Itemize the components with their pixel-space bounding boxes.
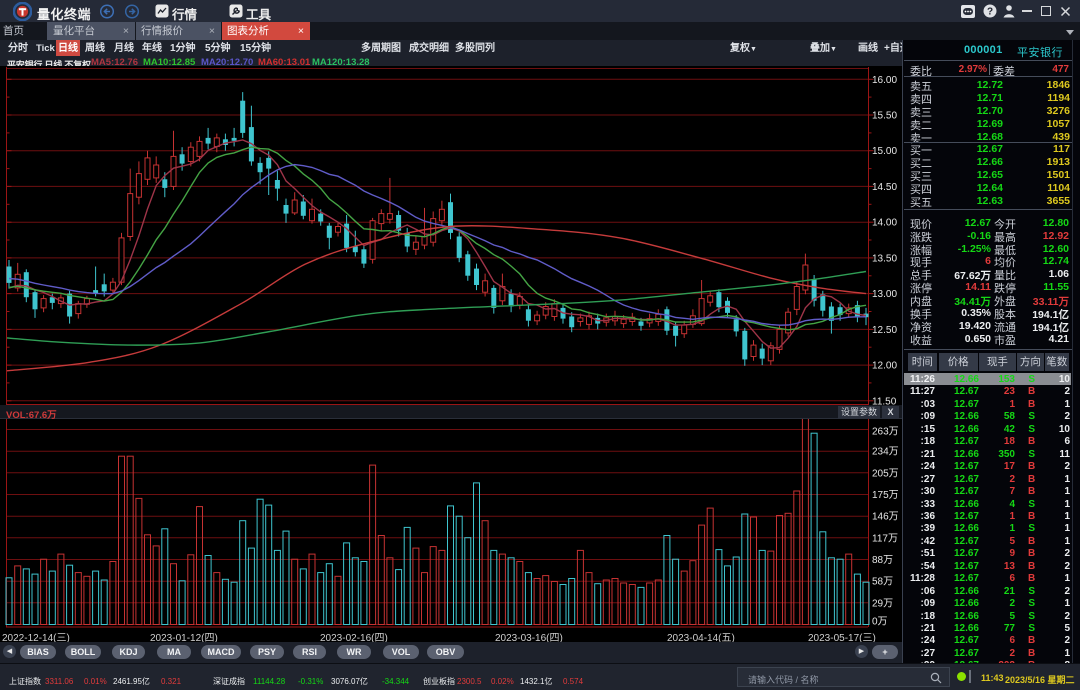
svg-text:146万: 146万	[872, 512, 899, 523]
svg-text:12.00: 12.00	[872, 361, 897, 372]
svg-text:14.00: 14.00	[872, 218, 897, 229]
svg-text:0万: 0万	[872, 617, 888, 628]
svg-text:58万: 58万	[872, 577, 893, 588]
svg-text:263万: 263万	[872, 427, 899, 438]
svg-text:11.50: 11.50	[872, 396, 897, 405]
svg-text:234万: 234万	[872, 447, 899, 458]
svg-text:117万: 117万	[872, 533, 898, 544]
svg-text:15.50: 15.50	[872, 111, 897, 122]
svg-text:13.50: 13.50	[872, 253, 897, 264]
svg-text:16.00: 16.00	[872, 75, 897, 86]
svg-text:14.50: 14.50	[872, 182, 897, 193]
svg-text:12.50: 12.50	[872, 325, 897, 336]
svg-text:175万: 175万	[872, 490, 899, 501]
svg-text:15.00: 15.00	[872, 146, 897, 157]
svg-text:?: ?	[987, 7, 993, 18]
svg-text:88万: 88万	[872, 555, 893, 566]
svg-text:205万: 205万	[872, 468, 899, 479]
svg-text:13.00: 13.00	[872, 289, 897, 300]
svg-text:29万: 29万	[872, 598, 893, 609]
